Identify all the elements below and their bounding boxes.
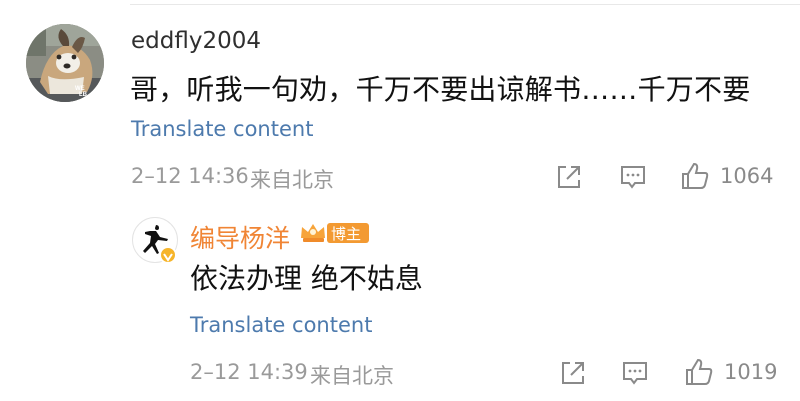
comment-location: 来自北京 — [250, 168, 334, 192]
reply-like-icon[interactable] — [684, 357, 714, 387]
reply-like-count: 1019 — [724, 360, 778, 384]
translate-reply-link[interactable]: Translate content — [190, 313, 372, 337]
comment-timestamp: 2–12 14:36 — [131, 164, 249, 188]
avatar-dog-image: WE LB — [26, 24, 104, 102]
verified-badge-icon — [159, 246, 177, 264]
reply-text: 依法办理 绝不姑息 — [190, 262, 423, 295]
commenter-username[interactable]: eddfly2004 — [131, 28, 261, 54]
comment-icon[interactable] — [618, 162, 648, 192]
share-icon[interactable] — [554, 162, 584, 192]
like-icon[interactable] — [680, 161, 710, 191]
svg-text:LB: LB — [79, 92, 88, 98]
reply-share-icon[interactable] — [558, 358, 588, 388]
reply-location: 来自北京 — [310, 364, 394, 388]
comment-text: 哥，听我一句劝，千万不要出谅解书……千万不要 — [130, 73, 751, 106]
reply-timestamp: 2–12 14:39 — [190, 360, 308, 384]
blogger-badge-label: 博主 — [331, 225, 362, 243]
reply-username[interactable]: 编导杨洋 — [190, 219, 290, 255]
top-divider — [130, 4, 800, 5]
reply-comment-icon[interactable] — [620, 358, 650, 388]
comment-like-count: 1064 — [720, 164, 774, 188]
translate-comment-link[interactable]: Translate content — [131, 117, 313, 141]
commenter-avatar[interactable]: WE LB — [26, 24, 104, 102]
